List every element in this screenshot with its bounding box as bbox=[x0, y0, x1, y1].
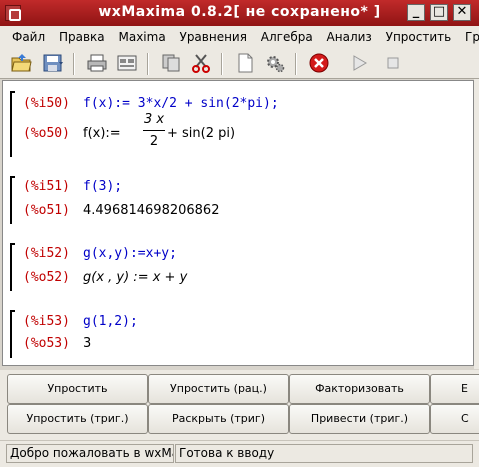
simplify-button[interactable]: Упростить bbox=[7, 374, 148, 404]
output-value: 4.496814698206862 bbox=[83, 203, 220, 218]
fraction-denominator: 2 bbox=[149, 134, 159, 149]
output-suffix: + sin(2 pi) bbox=[167, 126, 236, 141]
select-all-icon[interactable] bbox=[232, 50, 258, 76]
toolbar bbox=[0, 48, 479, 79]
status-state: Готова к вводу bbox=[175, 444, 473, 463]
fraction-bar bbox=[143, 130, 165, 131]
input-code[interactable]: f(x):= 3*x/2 + sin(2*pi); bbox=[83, 96, 279, 111]
simplify-rational-button[interactable]: Упростить (рац.) bbox=[148, 374, 289, 404]
configure-icon[interactable] bbox=[262, 50, 288, 76]
animation-stop-icon[interactable] bbox=[380, 50, 406, 76]
output-label: (%o52) bbox=[23, 270, 70, 285]
cell-bracket[interactable] bbox=[10, 176, 15, 224]
worksheet[interactable]: (%i50) f(x):= 3*x/2 + sin(2*pi); (%o50) … bbox=[2, 80, 474, 366]
menu-simplify[interactable]: Упростить bbox=[381, 26, 457, 48]
cell-bracket[interactable] bbox=[10, 310, 15, 358]
input-code[interactable]: f(3); bbox=[83, 179, 122, 194]
input-label: (%i52) bbox=[23, 246, 70, 261]
input-code[interactable]: g(x,y):=x+y; bbox=[83, 246, 177, 261]
cell-bracket[interactable] bbox=[10, 91, 15, 157]
cut-icon[interactable] bbox=[188, 50, 214, 76]
input-code[interactable]: g(1,2); bbox=[83, 314, 138, 329]
title-bar: wxMaxima 0.8.2[ не сохранено* ] _ □ ✕ bbox=[0, 0, 479, 26]
factor-button[interactable]: Факторизовать bbox=[289, 374, 430, 404]
animation-start-icon[interactable] bbox=[346, 50, 372, 76]
output-value: g(x , y) := x + y bbox=[83, 270, 188, 285]
expand-button[interactable]: Е bbox=[430, 374, 479, 404]
output-label: (%o53) bbox=[23, 336, 70, 351]
vertical-scrollbar[interactable] bbox=[474, 79, 479, 369]
rectform-button[interactable]: С bbox=[430, 404, 479, 434]
menu-algebra[interactable]: Алгебра bbox=[256, 26, 318, 48]
close-button[interactable]: ✕ bbox=[453, 4, 471, 21]
menu-maxima[interactable]: Maxima bbox=[113, 26, 170, 48]
maximize-button[interactable]: □ bbox=[430, 4, 448, 21]
fraction-numerator: 3 x bbox=[143, 112, 165, 127]
menu-edit[interactable]: Правка bbox=[54, 26, 110, 48]
menu-equations[interactable]: Уравнения bbox=[175, 26, 252, 48]
cell-bracket[interactable] bbox=[10, 243, 15, 291]
status-message: Добро пожаловать в wxMa bbox=[6, 444, 174, 463]
status-bar: Добро пожаловать в wxMa Готова к вводу bbox=[0, 440, 479, 467]
menu-file[interactable]: Файл bbox=[0, 26, 50, 48]
expand-trig-button[interactable]: Раскрыть (триг) bbox=[148, 404, 289, 434]
menu-plotting[interactable]: Графики bbox=[460, 26, 479, 48]
minimize-button[interactable]: _ bbox=[407, 4, 425, 21]
simplify-trig-button[interactable]: Упростить (триг.) bbox=[7, 404, 148, 434]
print-icon[interactable] bbox=[84, 50, 110, 76]
preferences-icon[interactable] bbox=[114, 50, 140, 76]
save-file-icon[interactable] bbox=[40, 50, 66, 76]
reduce-trig-button[interactable]: Привести (триг.) bbox=[289, 404, 430, 434]
menu-calculus[interactable]: Анализ bbox=[322, 26, 377, 48]
input-label: (%i51) bbox=[23, 179, 70, 194]
menu-bar: Файл Правка Maxima Уравнения Алгебра Ана… bbox=[0, 26, 479, 49]
output-value: 3 bbox=[83, 336, 92, 351]
output-label: (%o51) bbox=[23, 203, 70, 218]
interrupt-icon[interactable] bbox=[306, 50, 332, 76]
input-label: (%i53) bbox=[23, 314, 70, 329]
output-prefix: f(x):= bbox=[83, 126, 121, 141]
button-panel: Упростить Упростить (рац.) Факторизовать… bbox=[0, 370, 479, 440]
output-label: (%o50) bbox=[23, 126, 70, 141]
input-label: (%i50) bbox=[23, 96, 70, 111]
copy-icon[interactable] bbox=[158, 50, 184, 76]
open-file-icon[interactable] bbox=[8, 50, 34, 76]
